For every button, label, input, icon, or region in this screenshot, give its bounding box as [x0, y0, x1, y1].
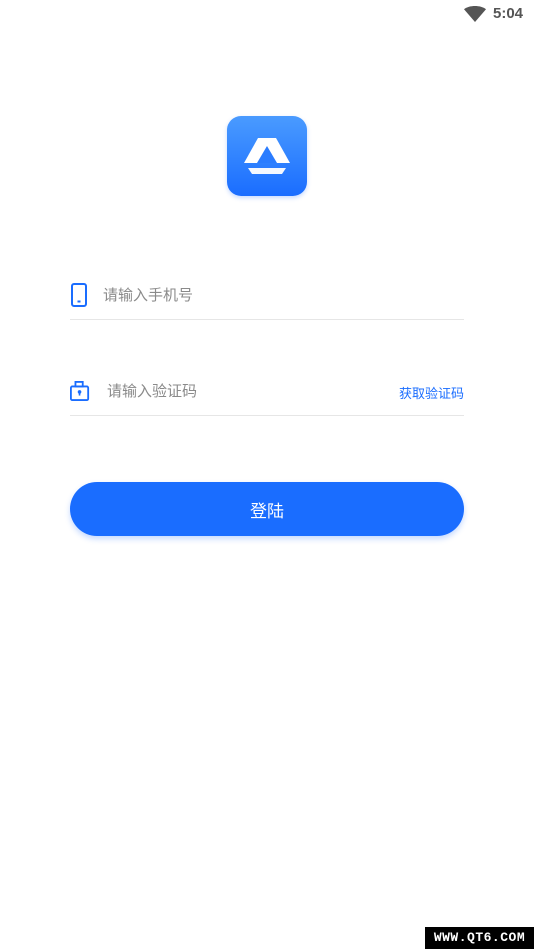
app-logo-icon: [244, 138, 290, 174]
watermark: WWW.QT6.COM: [425, 927, 534, 949]
status-bar: 5:04: [0, 0, 534, 28]
code-underline: [70, 415, 464, 416]
status-time: 5:04: [493, 5, 524, 22]
code-input[interactable]: [107, 378, 397, 404]
phone-underline: [70, 319, 464, 320]
phone-field-row: [70, 270, 464, 320]
app-logo: [227, 116, 307, 196]
login-button[interactable]: 登陆: [70, 482, 464, 536]
lock-icon: [70, 380, 90, 401]
wifi-icon: [464, 6, 486, 22]
phone-icon: [71, 283, 87, 307]
code-field-row: 获取验证码: [70, 366, 464, 416]
phone-input[interactable]: [103, 282, 393, 308]
get-code-button[interactable]: 获取验证码: [399, 383, 464, 402]
